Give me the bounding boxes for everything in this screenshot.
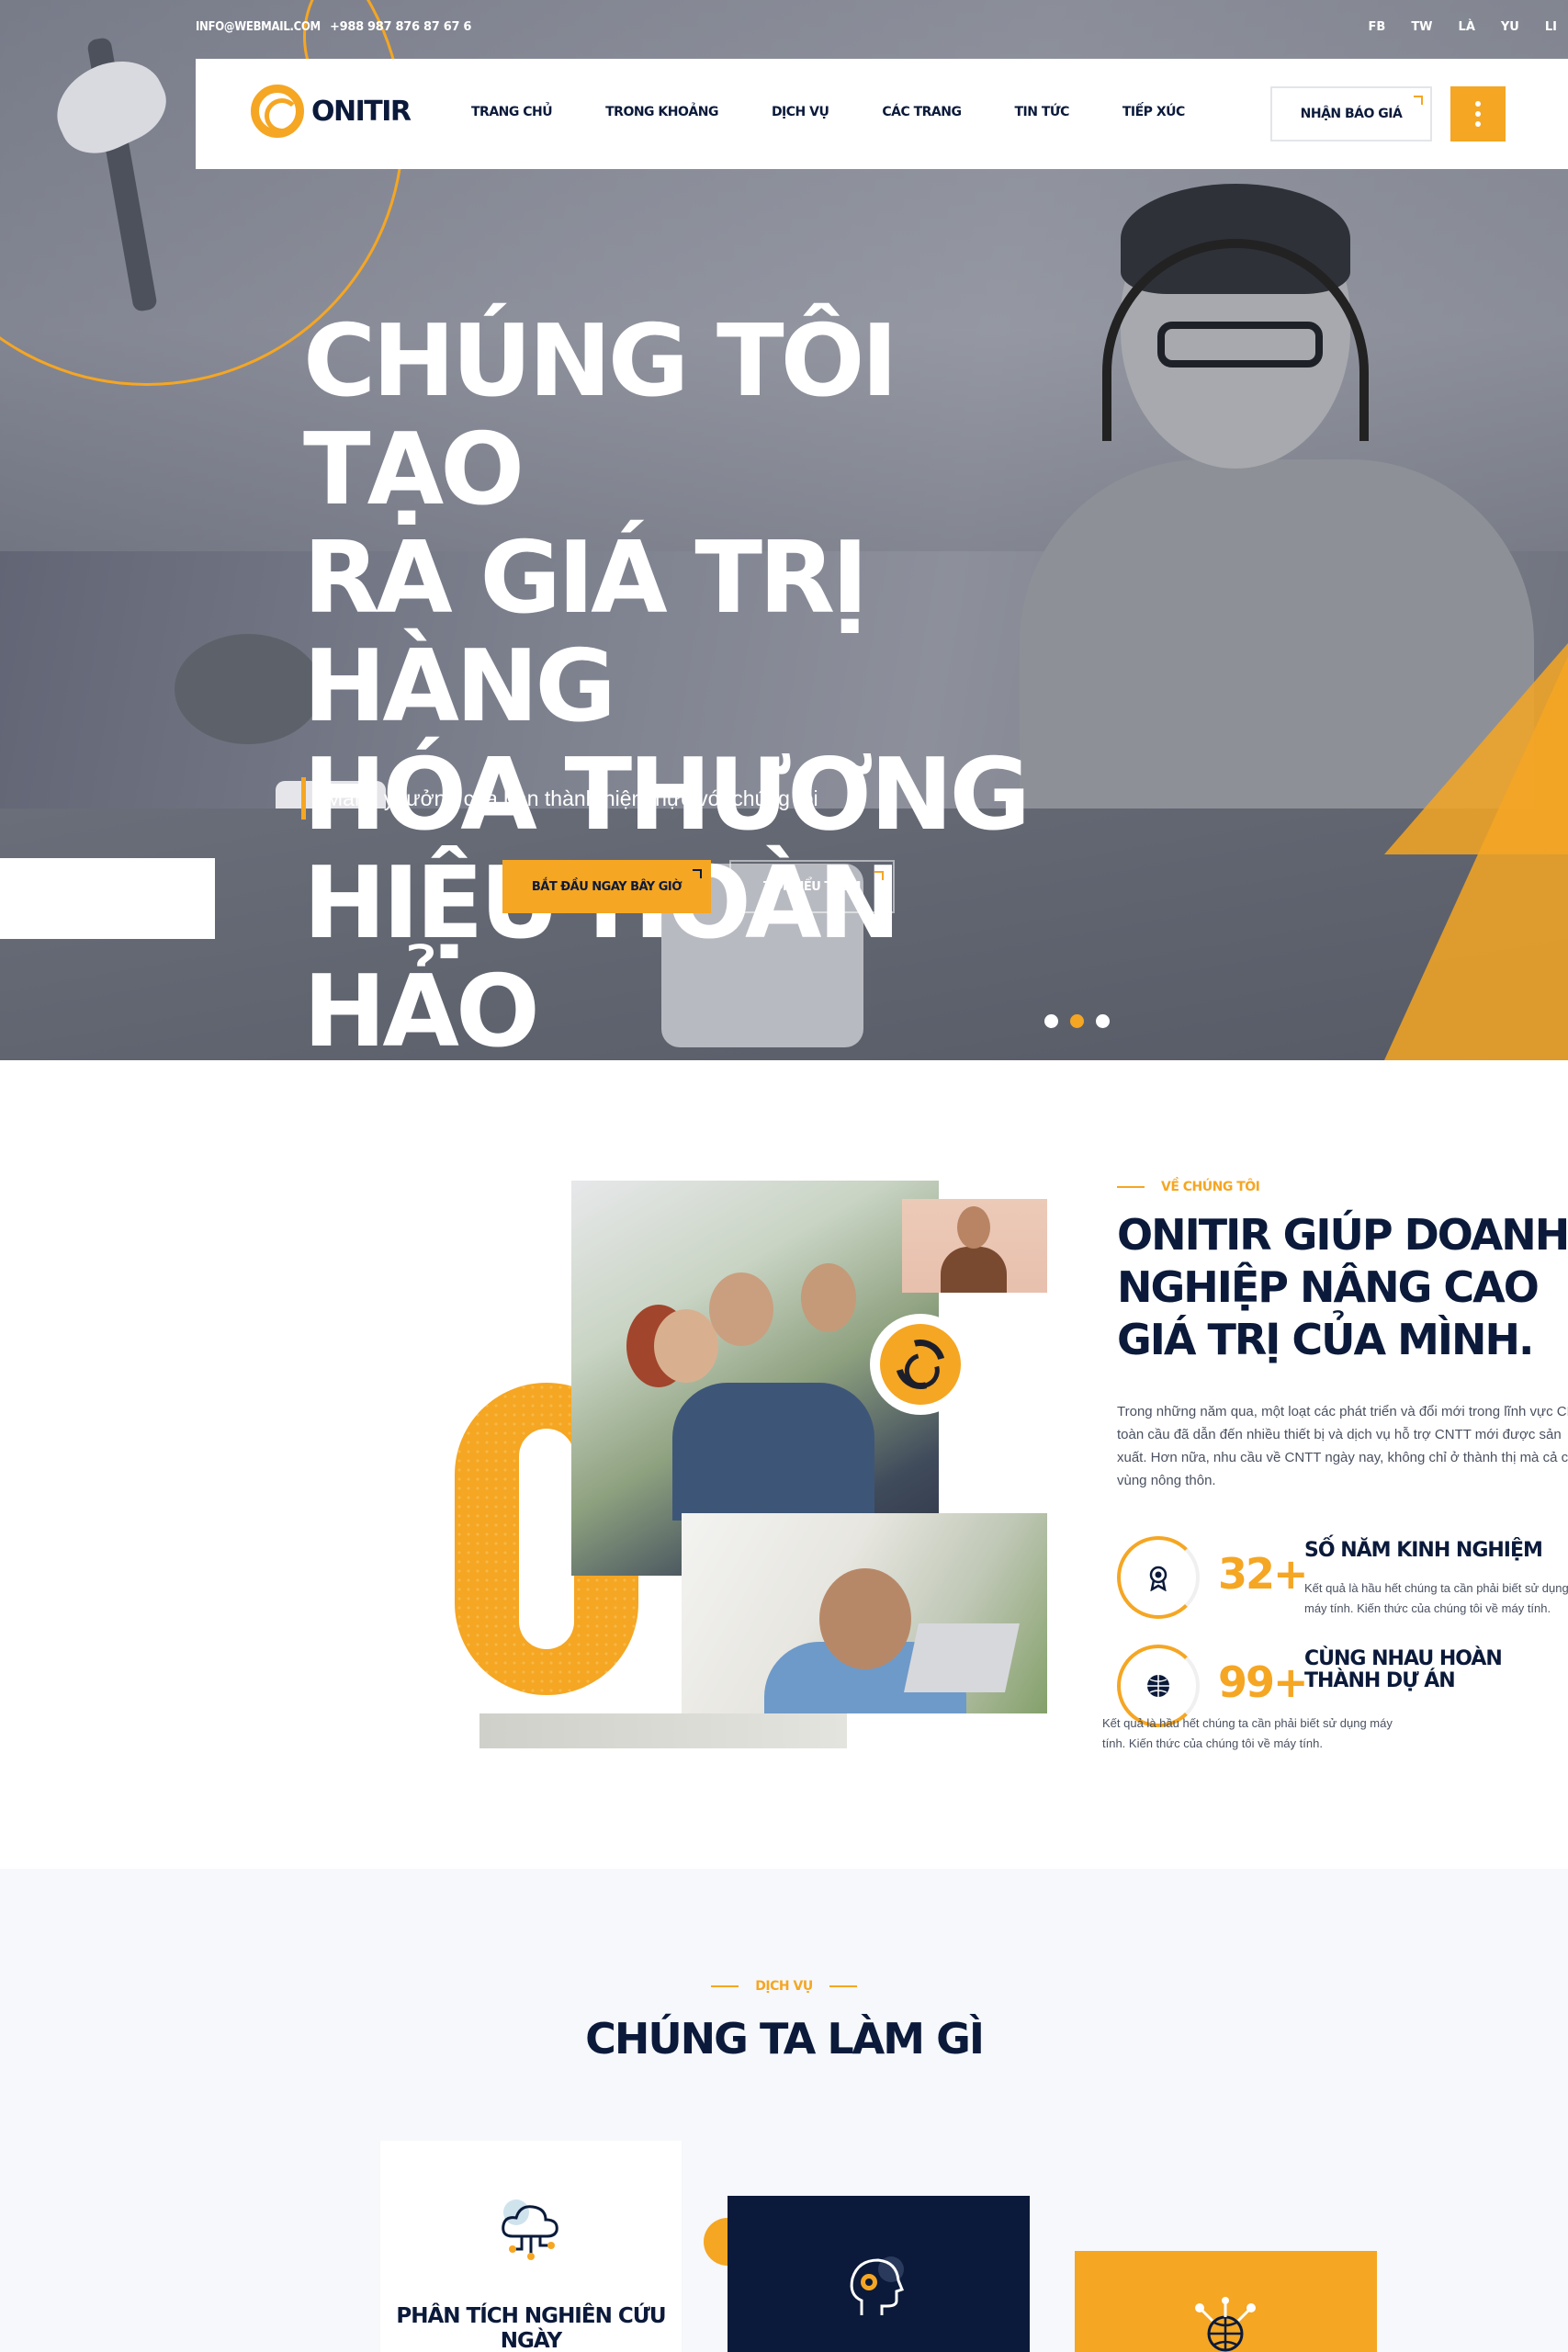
dot-icon	[1475, 121, 1481, 127]
contact-email[interactable]: INFO@WEBMAIL.COM	[196, 20, 321, 34]
stat-experience: 32+ SỐ NĂM KINH NGHIỆM Kết quả là hầu hế…	[1117, 1536, 1568, 1628]
hero-title-line: CHÚNG TÔI TẠO	[303, 304, 898, 527]
yellow-triangle-decoration-bottom	[1384, 656, 1568, 1060]
about-title: ONITIR GIÚP DOANH NGHIỆP NÂNG CAO GIÁ TR…	[1117, 1210, 1568, 1364]
corner-arrow-icon	[1414, 96, 1423, 105]
office-photo	[682, 1513, 1047, 1713]
stat-description: Kết quả là hầu hết chúng ta cần phải biế…	[1102, 1716, 1393, 1750]
logo-mark-icon	[251, 85, 304, 138]
brand-name: ONITIR	[311, 95, 412, 128]
social-link-fb[interactable]: FB	[1369, 20, 1386, 34]
nav-item-about[interactable]: TRONG KHOẢNG	[605, 105, 718, 119]
start-now-label: BẮT ĐẦU NGAY BÂY GIỜ	[531, 879, 682, 894]
learn-more-label: TÌM HIỂU THÊM	[763, 879, 861, 894]
subtitle-accent-bar	[301, 777, 306, 820]
slider-dot-3[interactable]	[1096, 1014, 1110, 1028]
slider-dot-2[interactable]	[1070, 1014, 1084, 1028]
get-quote-label: NHẬN BÁO GIÁ	[1300, 107, 1403, 121]
white-block-decoration	[0, 858, 215, 939]
stat-number: 99+	[1218, 1657, 1309, 1707]
social-links: FB TW LÀ YU LI	[1369, 20, 1557, 34]
nav-item-home[interactable]: TRANG CHỦ	[471, 105, 553, 119]
nav-item-pages[interactable]: CÁC TRANG	[882, 105, 962, 119]
portrait-photo	[902, 1199, 1047, 1293]
corner-arrow-icon	[874, 871, 884, 880]
main-navbar: ONITIR TRANG CHỦ TRONG KHOẢNG DỊCH VỤ CÁ…	[196, 59, 1568, 169]
social-link-la[interactable]: LÀ	[1459, 20, 1475, 34]
cloud-network-icon	[502, 2199, 558, 2260]
learn-more-button[interactable]: TÌM HIỂU THÊM	[729, 860, 895, 913]
contact-phone[interactable]: +988 987 876 87 67 6	[330, 20, 471, 34]
award-icon	[1149, 1566, 1168, 1591]
service-card-title: PHÂN TÍCH NGHIÊN CỨU NGÀY	[396, 2304, 666, 2352]
stat-label: CÙNG NHAU HOÀN THÀNH DỰ ÁN	[1304, 1647, 1503, 1692]
stat-label: SỐ NĂM KINH NGHIỆM	[1304, 1539, 1543, 1562]
nav-item-contact[interactable]: TIẾP XÚC	[1122, 105, 1185, 119]
services-tag: DỊCH VỤ	[0, 1979, 1568, 1994]
dot-icon	[1475, 101, 1481, 107]
nav-menu: TRANG CHỦ TRONG KHOẢNG DỊCH VỤ CÁC TRANG…	[471, 105, 1238, 119]
nav-item-services[interactable]: DỊCH VỤ	[772, 105, 829, 119]
nav-item-news[interactable]: TIN TỨC	[1014, 105, 1069, 119]
service-card-network[interactable]	[1075, 2251, 1377, 2352]
service-card-ai[interactable]	[728, 2196, 1030, 2352]
hero-title-line: RA GIÁ TRỊ HÀNG	[303, 521, 868, 744]
corner-arrow-icon	[693, 869, 702, 878]
globe-icon	[1147, 1675, 1169, 1697]
brand-badge-icon	[870, 1314, 971, 1415]
photo-strip	[479, 1713, 847, 1748]
services-tag-label: DỊCH VỤ	[755, 1979, 813, 1994]
about-tag-label: VỀ CHÚNG TÔI	[1161, 1180, 1260, 1194]
globe-network-icon	[1195, 2297, 1256, 2352]
more-menu-button[interactable]	[1450, 86, 1506, 141]
hero-title: CHÚNG TÔI TẠO RA GIÁ TRỊ HÀNG HÓA THƯƠNG…	[303, 308, 1130, 1067]
start-now-button[interactable]: BẮT ĐẦU NGAY BÂY GIỜ	[502, 860, 711, 913]
about-tag: VỀ CHÚNG TÔI	[1117, 1180, 1260, 1194]
ai-head-icon	[850, 2256, 904, 2315]
stat-ring	[1117, 1536, 1200, 1619]
social-link-yu[interactable]: YU	[1501, 20, 1519, 34]
top-contact-bar: INFO@WEBMAIL.COM +988 987 876 87 67 6 FB…	[0, 0, 1568, 59]
social-link-tw[interactable]: TW	[1411, 20, 1432, 34]
slider-dots	[1044, 1014, 1110, 1028]
services-title: CHÚNG TA LÀM GÌ	[585, 2014, 985, 2064]
plant-decoration	[175, 634, 321, 744]
stat-number: 32+	[1218, 1549, 1309, 1599]
service-card-research[interactable]: PHÂN TÍCH NGHIÊN CỨU NGÀY	[380, 2141, 682, 2352]
slider-dot-1[interactable]	[1044, 1014, 1058, 1028]
dot-icon	[1475, 111, 1481, 117]
hero-subtitle: Mang ý tưởng của bạn thành hiện thực với…	[325, 786, 818, 810]
social-link-li[interactable]: LI	[1545, 20, 1557, 34]
stat-description: Kết quả là hầu hết chúng ta cần phải biế…	[1304, 1581, 1568, 1615]
get-quote-button[interactable]: NHẬN BÁO GIÁ	[1270, 86, 1432, 141]
hero-title-line: HIỆU HOÀN HẢO	[303, 846, 901, 1069]
brand-logo[interactable]: ONITIR	[251, 85, 412, 138]
about-text: Trong những năm qua, một loạt các phát t…	[1117, 1404, 1568, 1488]
